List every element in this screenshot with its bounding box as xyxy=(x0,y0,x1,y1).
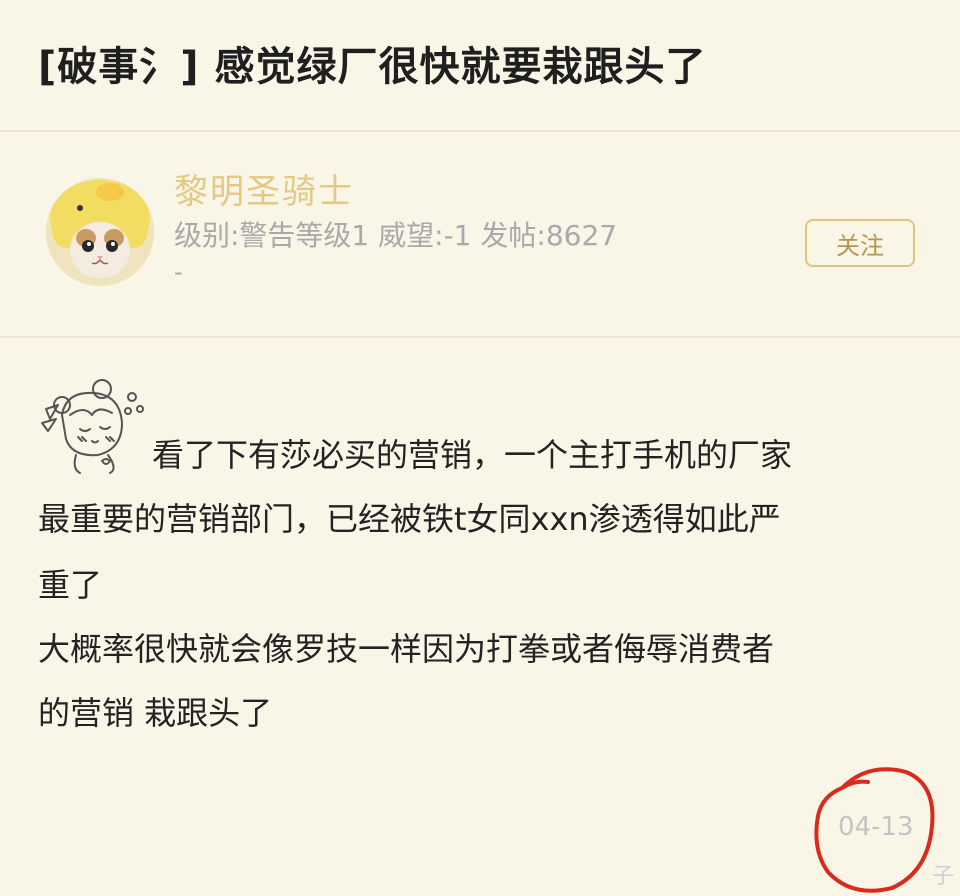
cartoon-girl-emoticon-icon xyxy=(41,379,144,474)
thread-title: [破事氵] 感觉绿厂很快就要栽跟头了 xyxy=(38,44,707,90)
follow-button[interactable]: 关注 xyxy=(805,219,915,267)
divider-top xyxy=(0,130,960,132)
cat-avatar-icon xyxy=(46,178,154,286)
post-line-5: 的营销 栽跟头了 xyxy=(38,694,273,732)
post-line-1: 看了下有莎必买的营销，一个主打手机的厂家 xyxy=(152,436,793,474)
author-name[interactable]: 黎明圣骑士 xyxy=(174,164,354,213)
post-line-2: 最重要的营销部门，已经被铁t女同xxn渗透得如此严 xyxy=(38,500,781,538)
post-line-4: 大概率很快就会像罗技一样因为打拳或者侮辱消费者 xyxy=(38,630,775,668)
author-stats: 级别:警告等级1 威望:-1 发帖:8627 xyxy=(174,219,618,252)
post-line-3: 重了 xyxy=(38,566,103,604)
corner-glyph: 子 xyxy=(932,864,955,889)
divider-middle xyxy=(0,336,960,338)
red-circle-annotation xyxy=(814,767,935,893)
author-signature: - xyxy=(174,258,183,286)
avatar[interactable] xyxy=(46,178,154,286)
